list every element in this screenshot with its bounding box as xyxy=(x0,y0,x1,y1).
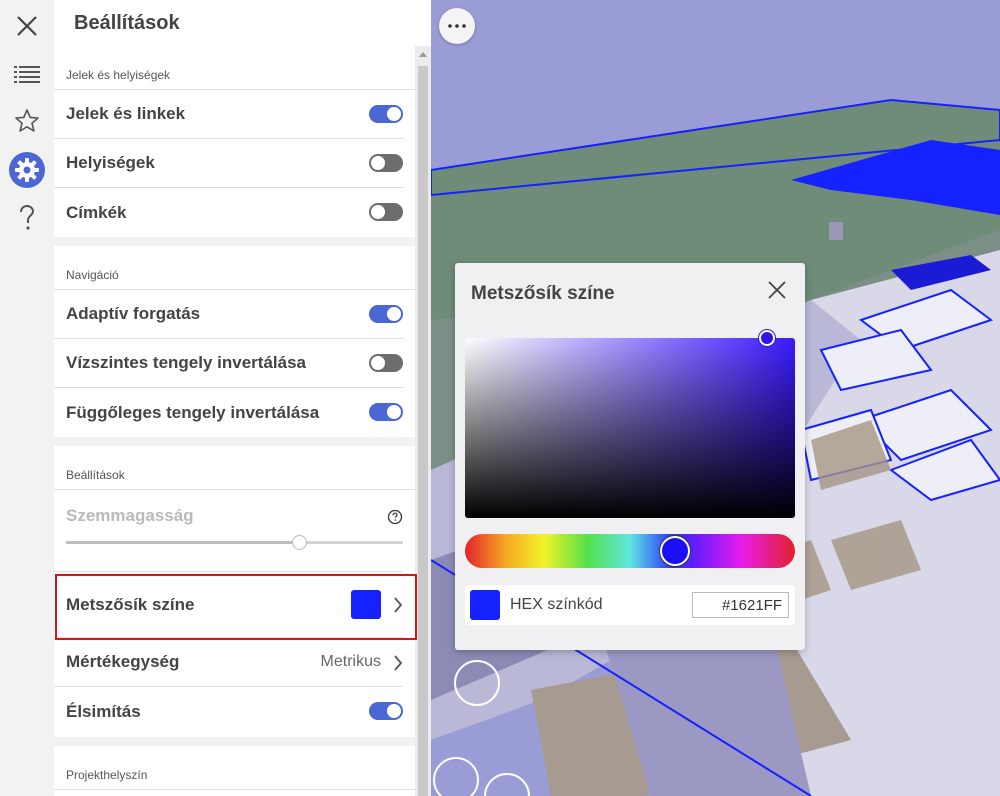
row-invert-vertical[interactable]: Függőleges tengely invertálása xyxy=(54,388,403,437)
panel-title: Beállítások xyxy=(74,12,180,34)
panel-scrollbar[interactable] xyxy=(415,46,431,796)
eye-height-label: Szemmagasság xyxy=(66,506,194,525)
row-label: Helyiségek xyxy=(66,153,155,172)
toggle-labels[interactable] xyxy=(369,203,403,221)
row-markers-links[interactable]: Jelek és linkek xyxy=(54,90,403,139)
toggle-smoothing[interactable] xyxy=(369,702,403,720)
row-label: Metszősík színe xyxy=(66,594,195,614)
scroll-up-arrow[interactable] xyxy=(419,52,427,57)
saturation-value-area[interactable] xyxy=(465,338,795,518)
close-button[interactable] xyxy=(7,6,47,46)
row-label: Vízszintes tengely invertálása xyxy=(66,353,306,372)
row-label: Jelek és linkek xyxy=(66,104,186,123)
row-label: Címkék xyxy=(66,202,127,222)
row-labels[interactable]: Címkék xyxy=(54,188,403,237)
eye-height-track[interactable] xyxy=(66,535,403,550)
more-button[interactable] xyxy=(439,8,475,44)
hex-label: HEX színkód xyxy=(510,596,603,613)
settings-button[interactable] xyxy=(7,150,47,190)
row-label: Élsimítás xyxy=(66,701,141,721)
chevron-right-icon xyxy=(394,655,403,671)
toggle-invert-horizontal[interactable] xyxy=(369,354,403,372)
row-eye-height: Szemmagasság xyxy=(54,490,403,572)
row-adaptive-rotation[interactable]: Adaptív forgatás xyxy=(54,290,403,339)
chevron-right-icon xyxy=(394,597,403,613)
eye-height-handle[interactable] xyxy=(291,535,307,550)
section-header: Navigáció xyxy=(54,246,415,290)
close-icon[interactable] xyxy=(766,279,788,301)
section-settings: Beállítások Szemmagasság Metszősík színe… xyxy=(54,446,415,737)
section-markers: Jelek és helyiségek Jelek és linkek Hely… xyxy=(54,46,415,237)
toggle-adaptive-rotation[interactable] xyxy=(369,305,403,323)
popup-title: Metszősík színe xyxy=(471,283,615,304)
row-unit[interactable]: Mértékegység Metrikus xyxy=(54,638,403,687)
help-button[interactable] xyxy=(7,198,47,238)
row-label: Adaptív forgatás xyxy=(66,304,201,323)
row-invert-horizontal[interactable]: Vízszintes tengely invertálása xyxy=(54,339,403,388)
hex-input[interactable] xyxy=(692,592,789,618)
list-icon xyxy=(14,66,40,83)
color-picker-popup: Metszősík színe HEX színkód xyxy=(455,263,805,650)
hex-row: HEX színkód xyxy=(465,585,795,625)
star-icon xyxy=(15,109,39,132)
section-header: Jelek és helyiségek xyxy=(54,46,415,90)
row-section-color[interactable]: Metszősík színe xyxy=(54,572,403,638)
row-rooms[interactable]: Helyiségek xyxy=(54,139,403,188)
close-icon xyxy=(17,16,37,36)
saturation-value-handle[interactable] xyxy=(759,330,775,346)
row-smoothing[interactable]: Élsimítás xyxy=(54,687,403,736)
question-icon xyxy=(20,204,35,230)
section-header: Projekthelyszín xyxy=(54,746,415,790)
section-color-swatch[interactable] xyxy=(351,590,381,619)
row-label: Függőleges tengely invertálása xyxy=(66,402,320,422)
toggle-invert-vertical[interactable] xyxy=(369,403,403,421)
toggle-markers-links[interactable] xyxy=(369,105,403,123)
icon-rail xyxy=(0,0,54,796)
section-header: Beállítások xyxy=(54,446,415,490)
help-circle-icon[interactable] xyxy=(387,509,403,525)
hue-handle[interactable] xyxy=(660,536,690,566)
section-location: Projekthelyszín xyxy=(54,746,415,796)
unit-value: Metrikus xyxy=(320,653,381,670)
scroll-thumb[interactable] xyxy=(418,66,428,796)
hex-color-swatch xyxy=(470,590,500,620)
eye-height-fill xyxy=(66,541,299,544)
settings-panel: Jelek és helyiségek Jelek és linkek Hely… xyxy=(54,46,415,796)
toggle-rooms[interactable] xyxy=(369,154,403,172)
list-button[interactable] xyxy=(7,54,47,94)
hue-slider[interactable] xyxy=(465,534,795,568)
row-label: Mértékegység xyxy=(66,652,180,671)
gear-icon xyxy=(9,152,45,188)
more-icon xyxy=(448,24,466,28)
favorites-button[interactable] xyxy=(7,101,47,141)
section-navigation: Navigáció Adaptív forgatás Vízszintes te… xyxy=(54,246,415,437)
